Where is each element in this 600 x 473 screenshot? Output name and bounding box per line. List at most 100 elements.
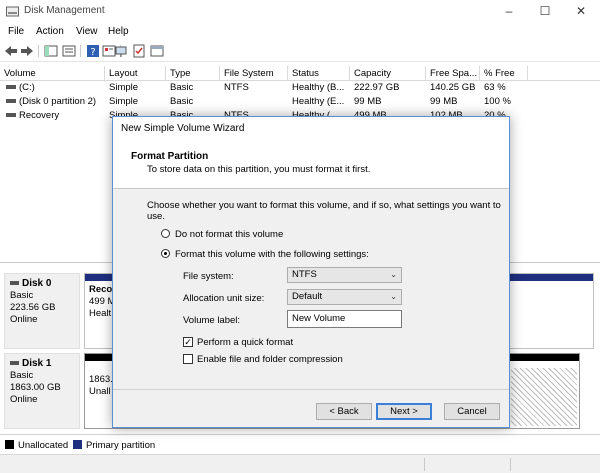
table-row[interactable]: (C:) Simple Basic NTFS Healthy (B... 222… [0,81,600,95]
volume-name: Recovery [19,110,60,121]
disk-state: Online [10,314,38,325]
back-button[interactable]: < Back [316,403,372,420]
connect-icon[interactable] [114,44,128,58]
column-percent-free[interactable]: % Free [480,66,528,81]
volume-cell: (Disk 0 partition 2) [2,95,105,109]
close-button[interactable]: ✕ [570,2,592,20]
toolbar-separator [80,45,81,57]
column-volume[interactable]: Volume [0,66,105,81]
status-cell: Healthy (E... [292,96,345,107]
legend-primary-partition: Primary partition [86,440,156,451]
menu-help[interactable]: Help [108,26,129,37]
disk-name: Disk 0 [22,278,52,289]
capacity-cell: 99 MB [354,96,382,107]
maximize-button[interactable]: ☐ [534,2,556,20]
disk-size: 1863.00 GB [10,382,61,393]
svg-text:?: ? [90,47,95,58]
column-status[interactable]: Status [288,66,350,81]
volume-cell: (C:) [2,81,105,95]
fs-cell: NTFS [224,82,249,93]
dialog-separator [113,389,509,390]
free-space-cell: 140.25 GB [430,82,476,93]
volume-label-input[interactable]: New Volume [287,310,402,328]
column-free-space[interactable]: Free Spa... [426,66,480,81]
disk-size: 223.56 GB [10,302,56,313]
back-arrow-icon[interactable] [4,44,18,58]
volume-label-label: Volume label: [183,315,241,326]
chevron-down-icon: ⌄ [390,270,397,279]
dialog-title-bar: New Simple Volume Wizard [113,117,509,139]
disk-icon [10,281,19,286]
disk-icon [10,361,19,366]
volume-cell: Recovery [2,109,105,123]
disk-type: Basic [10,370,34,381]
toolbar-separator [38,45,39,57]
unallocated-swatch [5,440,14,449]
radio-format-volume-label[interactable]: Format this volume with the following se… [175,249,369,260]
chevron-down-icon: ⌄ [390,292,397,301]
status-cell: Healthy (B... [292,82,345,93]
status-separator [424,458,425,471]
checklist-icon[interactable] [132,44,146,58]
title-bar: Disk Management – ☐ ✕ [0,0,600,22]
wizard-subheading: To store data on this partition, you mus… [147,164,371,175]
status-bar [0,454,600,473]
legend-bar: Unallocated Primary partition [0,434,600,454]
status-separator [510,458,511,471]
compression-label[interactable]: Enable file and folder compression [197,354,343,365]
type-cell: Basic [170,82,194,93]
disk-type: Basic [10,290,34,301]
column-layout[interactable]: Layout [105,66,166,81]
radio-format-volume[interactable] [161,249,170,258]
volume-icon [6,99,16,104]
window-icon[interactable] [150,44,164,58]
fs-cell [220,95,224,109]
volume-list-header: Volume Layout Type File System Status Ca… [0,66,600,81]
primary-partition-swatch [73,440,82,449]
disk-management-icon [6,6,19,17]
file-system-select[interactable]: NTFS ⌄ [287,267,402,283]
next-button[interactable]: Next > [376,403,432,420]
column-type[interactable]: Type [166,66,220,81]
disk-name: Disk 1 [22,358,52,369]
disk-0-label[interactable]: Disk 0 Basic 223.56 GB Online [4,273,80,349]
file-system-value: NTFS [292,269,317,280]
radio-do-not-format-label[interactable]: Do not format this volume [175,229,283,240]
type-cell: Basic [170,96,194,107]
menu-view[interactable]: View [76,26,98,37]
free-space-cell: 99 MB [430,96,458,107]
percent-free-cell: 63 % [484,82,506,93]
unallocated-hatch [511,368,577,426]
radio-do-not-format[interactable] [161,229,170,238]
wizard-header: Format Partition To store data on this p… [113,139,509,189]
capacity-cell: 222.97 GB [354,82,400,93]
layout-cell: Simple [109,96,139,107]
menu-bar: File Action View Help [0,23,600,40]
help-icon[interactable]: ? [86,44,100,58]
menu-file[interactable]: File [8,26,24,37]
quick-format-label[interactable]: Perform a quick format [197,337,293,348]
list-view-icon[interactable] [62,44,76,58]
menu-action[interactable]: Action [36,26,64,37]
column-capacity[interactable]: Capacity [350,66,426,81]
volume-name: (Disk 0 partition 2) [19,96,97,107]
window-title: Disk Management [24,5,105,16]
wizard-instruction: Choose whether you want to format this v… [147,200,501,222]
table-row[interactable]: (Disk 0 partition 2) Simple Basic Health… [0,95,600,109]
compression-checkbox[interactable] [183,354,193,364]
console-tree-icon[interactable] [44,44,58,58]
volume-icon [6,85,16,90]
minimize-button[interactable]: – [498,2,520,20]
toolbar: ? [0,40,600,62]
allocation-unit-select[interactable]: Default ⌄ [287,289,402,305]
disk-1-label[interactable]: Disk 1 Basic 1863.00 GB Online [4,353,80,429]
forward-arrow-icon[interactable] [20,44,34,58]
volume-name: (C:) [19,82,35,93]
column-file-system[interactable]: File System [220,66,288,81]
quick-format-checkbox[interactable]: ✓ [183,337,193,347]
cancel-button[interactable]: Cancel [444,403,500,420]
legend-unallocated: Unallocated [18,440,69,451]
volume-icon [6,113,16,118]
file-system-label: File system: [183,271,234,282]
layout-cell: Simple [109,82,139,93]
